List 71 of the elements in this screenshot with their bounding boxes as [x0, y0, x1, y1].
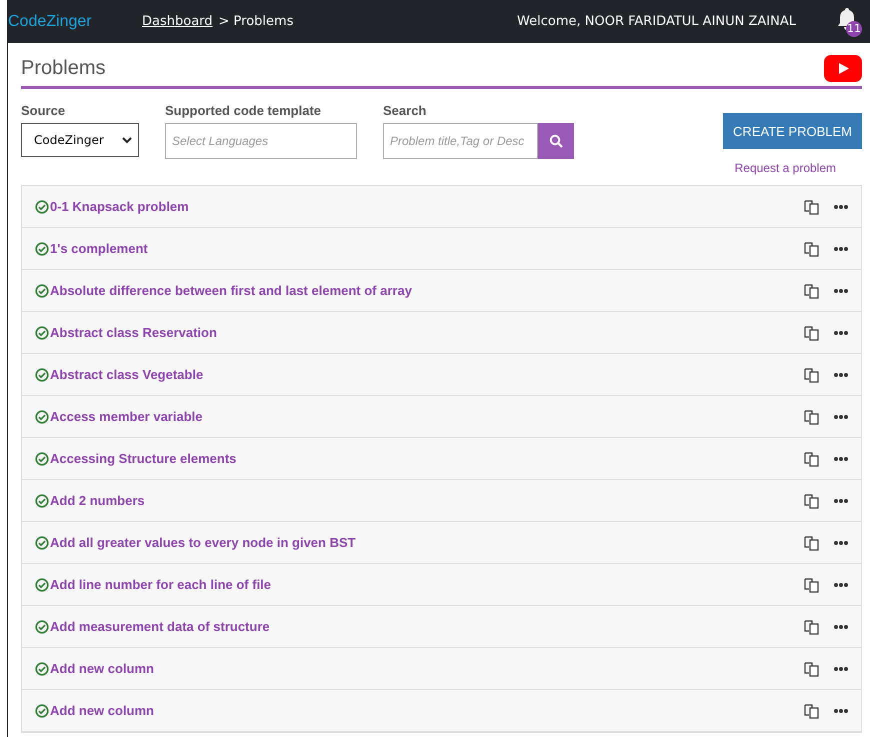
copy-icon[interactable]: [803, 198, 821, 216]
check-circle-icon: [35, 242, 49, 256]
check-circle-icon: [35, 578, 49, 592]
copy-icon[interactable]: [803, 240, 821, 258]
more-options-icon[interactable]: [833, 498, 849, 504]
copy-icon[interactable]: [803, 534, 821, 552]
create-problem-button[interactable]: CREATE PROBLEM: [723, 113, 862, 149]
check-circle-icon: [35, 410, 49, 424]
check-circle-icon: [35, 662, 49, 676]
copy-icon[interactable]: [803, 324, 821, 342]
more-options-icon[interactable]: [833, 624, 849, 630]
problem-link[interactable]: Add line number for each line of file: [50, 577, 272, 592]
more-options-icon[interactable]: [833, 330, 849, 336]
brand-logo[interactable]: CodeZinger: [8, 12, 142, 30]
more-options-icon[interactable]: [833, 288, 849, 294]
more-options-icon[interactable]: [833, 372, 849, 378]
copy-icon[interactable]: [803, 660, 821, 678]
welcome-text: Welcome, NOOR FARIDATUL AINUN ZAINAL: [517, 14, 796, 29]
source-dropdown[interactable]: CodeZinger: [21, 123, 139, 157]
page-title: Problems: [21, 57, 106, 80]
more-options-icon[interactable]: [833, 540, 849, 546]
search-icon: [549, 134, 563, 148]
check-circle-icon: [35, 494, 49, 508]
check-circle-icon: [35, 368, 49, 382]
check-circle-icon: [35, 620, 49, 634]
more-options-icon[interactable]: [833, 414, 849, 420]
problem-link[interactable]: Access member variable: [50, 409, 202, 424]
copy-icon[interactable]: [803, 618, 821, 636]
more-options-icon[interactable]: [833, 582, 849, 588]
notification-button[interactable]: 11: [836, 6, 862, 36]
check-circle-icon: [35, 326, 49, 340]
more-options-icon[interactable]: [833, 246, 849, 252]
copy-icon[interactable]: [803, 366, 821, 384]
more-options-icon[interactable]: [833, 708, 849, 714]
more-options-icon[interactable]: [833, 204, 849, 210]
search-field[interactable]: Problem title,Tag or Desc: [383, 123, 538, 159]
check-circle-icon: [35, 536, 49, 550]
problem-link[interactable]: Accessing Structure elements: [50, 451, 236, 466]
problem-link[interactable]: Add new column: [50, 661, 154, 676]
problem-link[interactable]: Abstract class Vegetable: [50, 367, 204, 382]
more-options-icon[interactable]: [833, 666, 849, 672]
check-circle-icon: [35, 452, 49, 466]
search-button[interactable]: [538, 123, 574, 159]
chevron-down-icon: [122, 136, 132, 144]
field-label: Supported code template: [165, 103, 322, 118]
problem-link[interactable]: Add all greater values to every node in given BST: [50, 535, 356, 550]
copy-icon[interactable]: [803, 408, 821, 426]
language-field[interactable]: Select Languages: [165, 123, 357, 159]
copy-icon[interactable]: [803, 282, 821, 300]
check-circle-icon: [35, 284, 49, 298]
check-circle-icon: [35, 704, 49, 718]
problem-link[interactable]: Add 2 numbers: [50, 493, 145, 508]
copy-icon[interactable]: [803, 702, 821, 720]
more-options-icon[interactable]: [833, 456, 849, 462]
notification-badge: 11: [846, 20, 862, 36]
field-label: Search: [383, 103, 428, 118]
problem-link[interactable]: 0-1 Knapsack problem: [50, 199, 189, 214]
breadcrumb-link[interactable]: Dashboard: [142, 14, 213, 29]
copy-icon[interactable]: [803, 576, 821, 594]
problem-link[interactable]: Add measurement data of structure: [50, 619, 270, 634]
video-play-icon[interactable]: [824, 55, 862, 82]
check-circle-icon: [35, 200, 49, 214]
copy-icon[interactable]: [803, 450, 821, 468]
problem-link[interactable]: Abstract class Reservation: [50, 325, 217, 340]
problem-link[interactable]: Add new column: [50, 703, 154, 718]
field-label: Source: [21, 103, 66, 118]
problem-link[interactable]: Absolute difference between first and last element of array: [50, 283, 412, 298]
problem-link[interactable]: 1's complement: [50, 241, 148, 256]
breadcrumb-item: > Problems: [218, 14, 294, 29]
request-problem-link[interactable]: Request a problem: [734, 161, 836, 175]
copy-icon[interactable]: [803, 492, 821, 510]
